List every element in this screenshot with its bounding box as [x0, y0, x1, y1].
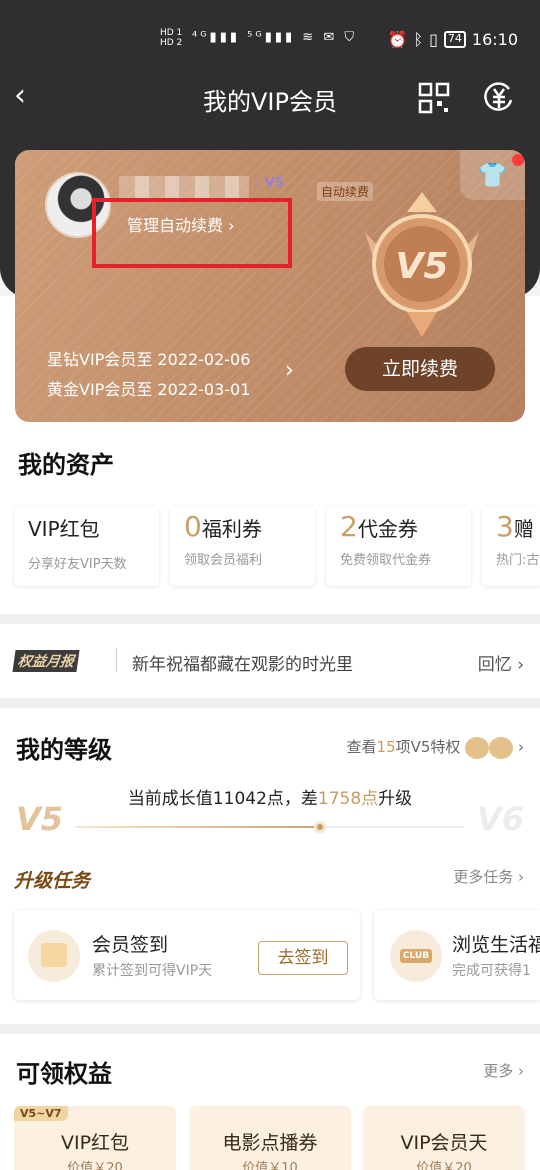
- chevron-right-icon: ›: [518, 738, 524, 756]
- benefit-name: VIP红包: [60, 1132, 130, 1154]
- task-card-signin: 会员签到 累计签到可得VIP天 去签到: [14, 910, 360, 1000]
- chevron-right-icon[interactable]: ›: [285, 358, 294, 383]
- benefit-value: 价值￥10: [242, 1161, 298, 1170]
- divider: [0, 614, 540, 624]
- clock: 16:10: [471, 30, 518, 49]
- username-blurred: [119, 176, 249, 198]
- page-title: 我的VIP会员: [203, 88, 337, 116]
- task-subtitle: 完成可获得1: [452, 963, 531, 979]
- vip-expiry-info[interactable]: 星钻VIP会员至 2022-02-06 黄金VIP会员至 2022-03-01: [47, 345, 250, 405]
- benefit-name: VIP会员天: [400, 1132, 488, 1154]
- asset-card-voucher[interactable]: 2代金券 免费领取代金券: [326, 506, 471, 586]
- current-level: V5: [16, 800, 64, 838]
- renew-button[interactable]: 立即续费: [345, 347, 495, 391]
- benefit-card-redpacket[interactable]: V5~V7 VIP红包 价值￥20: [14, 1106, 176, 1170]
- signin-button[interactable]: 去签到: [258, 941, 348, 975]
- divider: [116, 648, 117, 672]
- assets-title: 我的资产: [18, 451, 114, 479]
- svg-text:V5: V5: [396, 246, 449, 287]
- growth-progress-bar: [76, 821, 464, 833]
- monthly-report-bar[interactable]: 权益月报 新年祝福都藏在观影的时光里 回忆 ›: [0, 624, 540, 698]
- next-level: V6: [476, 800, 524, 838]
- task-name: 浏览生活福: [452, 934, 540, 956]
- privileges-link[interactable]: 查看15项V5特权 ›: [347, 736, 524, 759]
- growth-text: 当前成长值11042点，差1758点升级: [127, 789, 413, 809]
- divider: [0, 1024, 540, 1034]
- vibrate-icon: ▯: [429, 30, 438, 49]
- task-name: 会员签到: [92, 934, 169, 956]
- battery-icon: 74: [443, 31, 466, 48]
- progress-knob: [314, 821, 327, 833]
- task-card-browse[interactable]: CLUB 浏览生活福 完成可获得1: [374, 910, 540, 1000]
- bluetooth-icon: ᛒ: [413, 30, 424, 49]
- task-subtitle: 累计签到可得VIP天: [92, 963, 213, 979]
- qr-code-icon[interactable]: [418, 82, 450, 114]
- benefits-title: 可领权益: [16, 1060, 112, 1088]
- title-bar: ‹ 我的VIP会员: [0, 72, 540, 124]
- network-indicator: HD 1 HD 2: [160, 28, 183, 48]
- benefits-more-link[interactable]: 更多 ›: [483, 1060, 524, 1081]
- alarm-icon: ⏰: [387, 30, 408, 49]
- upgrade-tasks-title: 升级任务: [14, 870, 91, 892]
- privilege-icon: [489, 736, 514, 759]
- club-icon: CLUB: [390, 930, 442, 982]
- signal-icons: ⁴ᴳ▮▮▮ ⁵ᴳ▮▮▮ ≋ ✉ ⛉: [192, 30, 358, 45]
- divider: [0, 698, 540, 708]
- benefit-card-vipdays[interactable]: VIP会员天 价值￥20: [363, 1106, 525, 1170]
- diamond-icon: ♢: [253, 176, 265, 191]
- star-vip-expiry: 星钻VIP会员至 2022-02-06: [47, 350, 251, 369]
- report-badge: 权益月报: [12, 650, 80, 672]
- report-more-link[interactable]: 回忆 ›: [478, 650, 524, 675]
- asset-card-vip-redpacket[interactable]: VIP红包 分享好友VIP天数: [14, 506, 159, 586]
- vip-card: ♢V5 自动续费 管理自动续费 › 👕 V5 星钻VIP会员至 2022-02-…: [15, 150, 525, 422]
- report-text: 新年祝福都藏在观影的时光里: [132, 655, 353, 675]
- more-tasks-link[interactable]: 更多任务 ›: [453, 866, 524, 887]
- benefit-value: 价值￥20: [416, 1161, 472, 1170]
- level-section: 我的等级 查看15项V5特权 › 当前成长值11042点，差1758点升级 V5…: [0, 708, 540, 1024]
- benefit-name: 电影点播券: [222, 1132, 318, 1154]
- status-bar: HD 1 HD 2 ⁴ᴳ▮▮▮ ⁵ᴳ▮▮▮ ≋ ✉ ⛉ ⏰ ᛒ ▯ 74 16:…: [0, 22, 540, 58]
- privilege-icon: [465, 736, 490, 759]
- benefit-card-movie[interactable]: 电影点播券 价值￥10: [189, 1106, 351, 1170]
- level-range-tag: V5~V7: [14, 1106, 68, 1121]
- status-right: ⏰ ᛒ ▯ 74 16:10: [388, 30, 518, 49]
- benefits-section: 可领权益 更多 › V5~V7 VIP红包 价值￥20 电影点播券 价值￥10 …: [0, 1034, 540, 1170]
- v5-medal-icon: V5: [365, 192, 479, 337]
- gold-vip-expiry: 黄金VIP会员至 2022-03-01: [47, 380, 251, 399]
- benefit-value: 价值￥20: [67, 1161, 123, 1170]
- calendar-icon: [28, 930, 80, 982]
- asset-card-coupon[interactable]: 0福利券 领取会员福利: [170, 506, 315, 586]
- asset-card-gift[interactable]: 3赠 热门:古: [482, 506, 540, 586]
- level-title: 我的等级: [16, 736, 112, 764]
- highlight-box: [92, 198, 292, 268]
- progress-fill: [76, 826, 321, 828]
- yuan-recharge-icon[interactable]: [482, 80, 516, 114]
- notification-dot: [512, 154, 524, 166]
- level-badge: ♢V5: [253, 176, 284, 191]
